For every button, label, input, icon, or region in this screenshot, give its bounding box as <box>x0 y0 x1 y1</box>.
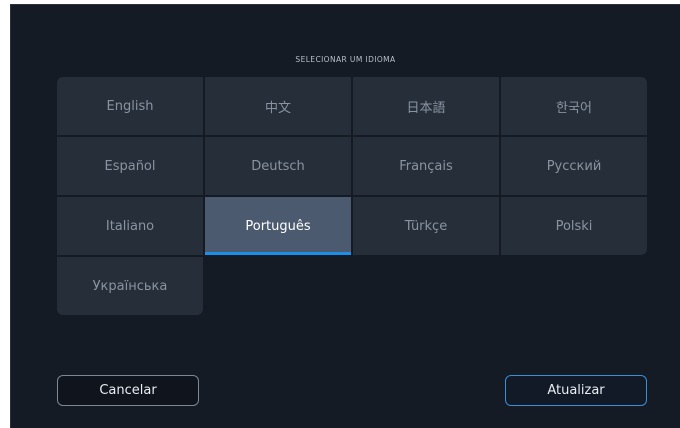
cancel-button[interactable]: Cancelar <box>57 375 199 406</box>
language-option-german[interactable]: Deutsch <box>205 137 351 195</box>
language-label: Português <box>245 218 311 234</box>
language-label: Polski <box>555 218 593 234</box>
language-option-turkish[interactable]: Türkçe <box>353 197 499 255</box>
language-label: English <box>106 98 154 114</box>
language-label: 日本語 <box>406 100 446 116</box>
language-option-english[interactable]: English <box>57 77 203 135</box>
language-label: Italiano <box>105 218 155 234</box>
language-option-portuguese[interactable]: Português <box>205 197 351 255</box>
language-option-chinese[interactable]: 中文 <box>205 77 351 135</box>
language-label: Français <box>399 158 453 174</box>
language-label: Türkçe <box>404 218 448 234</box>
language-label: Español <box>104 158 156 174</box>
language-option-french[interactable]: Français <box>353 137 499 195</box>
selection-indicator <box>205 252 351 255</box>
language-option-ukrainian[interactable]: Українська <box>57 257 203 315</box>
language-option-polish[interactable]: Polski <box>501 197 647 255</box>
language-option-japanese[interactable]: 日本語 <box>353 77 499 135</box>
language-label: Deutsch <box>251 158 305 174</box>
language-option-italian[interactable]: Italiano <box>57 197 203 255</box>
dialog-title: SELECIONAR UM IDIOMA <box>295 55 396 64</box>
update-button[interactable]: Atualizar <box>505 375 647 406</box>
language-dialog: SELECIONAR UM IDIOMA English 中文 日本語 한국어 … <box>10 4 680 428</box>
language-option-korean[interactable]: 한국어 <box>501 77 647 135</box>
language-grid: English 中文 日本語 한국어 Español Deutsch Franç… <box>57 77 647 317</box>
language-label: Українська <box>92 278 168 294</box>
language-option-spanish[interactable]: Español <box>57 137 203 195</box>
language-label: 中文 <box>264 100 291 116</box>
language-label: Русский <box>546 158 602 174</box>
language-label: 한국어 <box>556 100 592 116</box>
language-option-russian[interactable]: Русский <box>501 137 647 195</box>
